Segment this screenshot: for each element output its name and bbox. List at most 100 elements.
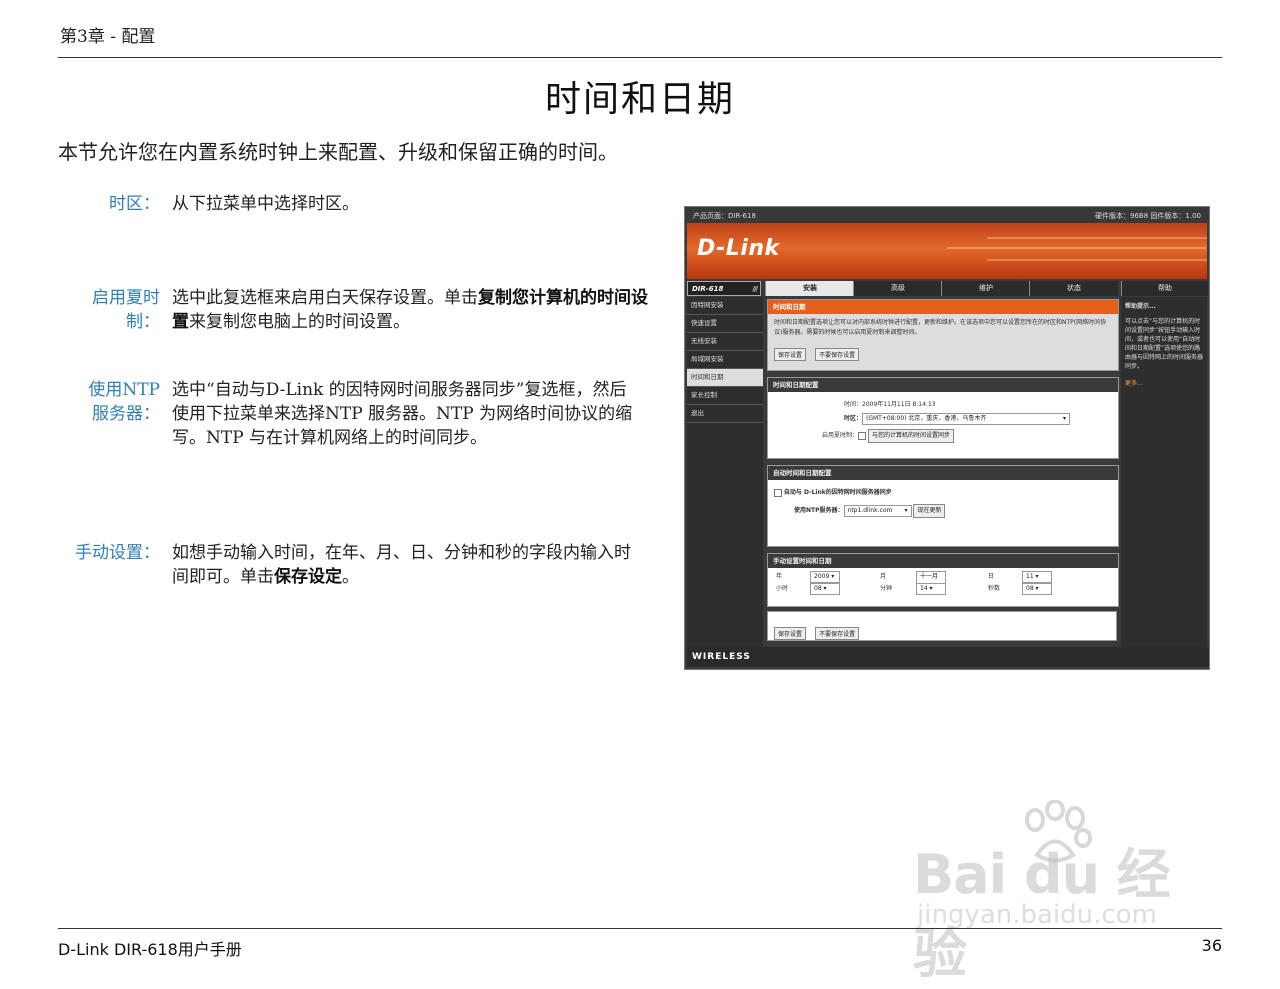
model-slashes: /// <box>752 285 758 293</box>
tab-advanced[interactable]: 高级 <box>853 281 942 296</box>
manual-panel: 手动设置时间和日期 年 2009 ▾ 月 十一月 ▾ 日 11 ▾ 小时 08 … <box>767 553 1119 607</box>
second-label: 秒数 <box>988 585 1001 592</box>
baidu-watermark: Bai du 经验 jingyan.baidu.com <box>905 800 1215 985</box>
footer-manual-title: D-Link DIR-618用户手册 <box>58 940 242 959</box>
router-main: 时间和日期 时间和日期配置选项让您可以对内部系统时钟进行配置，更新和维护。在该选… <box>765 297 1119 647</box>
time-config-panel: 时间和日期配置 时间：2009年11月11日 8:14:13 时区： (GMT+0… <box>767 377 1119 459</box>
auto-sync-checkbox[interactable] <box>774 488 782 497</box>
tab-status[interactable]: 状态 <box>1029 281 1118 296</box>
help-sidebar: 帮助提示... 可以点击“与您的计算机的时间设置同步”按钮手动输入时间，或者也可… <box>1121 297 1207 647</box>
dont-save-button[interactable]: 不要保存设置 <box>815 348 860 361</box>
banner-streak <box>987 259 1207 261</box>
tab-help[interactable]: 帮助 <box>1121 281 1208 296</box>
product-page-label: 产品页面：DIR-618 <box>693 212 756 220</box>
watermark-url: jingyan.baidu.com <box>917 900 1157 930</box>
hw-fw-label: 硬件版本：96B8 固件版本：1.00 <box>1095 212 1201 220</box>
ntp-server-label: 使用NTP服务器： <box>794 507 844 514</box>
nav-wireless-setup[interactable]: 无线安装 <box>687 333 763 351</box>
year-select[interactable]: 2009 ▾ <box>810 571 840 583</box>
day-value: 11 <box>1026 573 1034 580</box>
help-more-link[interactable]: 更多... <box>1125 379 1203 388</box>
term-ntp-line1: 使用NTP <box>88 380 160 400</box>
desc-manual-b: 保存设定 <box>274 567 342 587</box>
auto-sync-label: 自动与 D-Link的因特网时间服务器同步 <box>783 489 892 496</box>
update-now-button[interactable]: 现在更新 <box>913 504 946 518</box>
hour-value: 08 <box>814 585 822 592</box>
ntp-panel-title: 自动时间和日期配置 <box>768 466 1118 480</box>
intro-text: 本节允许您在内置系统时钟上来配置、升级和保留正确的时间。 <box>58 140 618 164</box>
desc-dst-a: 选中此复选框来启用白天保存设置。单击 <box>172 288 478 308</box>
bottom-dont-save-button[interactable]: 不要保存设置 <box>815 627 860 640</box>
page-title: 时间和日期 <box>544 79 735 120</box>
tab-maintenance[interactable]: 维护 <box>941 281 1030 296</box>
minute-value: 14 <box>920 585 928 592</box>
hour-label: 小时 <box>776 585 789 592</box>
ntp-panel: 自动时间和日期配置 自动与 D-Link的因特网时间服务器同步 使用NTP服务器… <box>767 465 1119 547</box>
timezone-label: 时区： <box>844 415 863 422</box>
second-value: 08 <box>1026 585 1034 592</box>
copy-computer-time-button[interactable]: 与您的计算机的时间设置同步 <box>867 429 954 443</box>
save-settings-button[interactable]: 保存设置 <box>774 348 807 361</box>
year-value: 2009 <box>814 573 830 580</box>
hour-select[interactable]: 08 ▾ <box>810 583 840 595</box>
minute-label: 分钟 <box>880 585 893 592</box>
dlink-logo: D-Link <box>697 236 780 261</box>
header-rule <box>58 57 1222 58</box>
nav-time-date[interactable]: 时间和日期 <box>687 369 763 387</box>
intro-panel: 时间和日期 时间和日期配置选项让您可以对内部系统时钟进行配置，更新和维护。在该选… <box>767 299 1119 371</box>
month-value: 十一月 <box>920 573 939 580</box>
minute-select[interactable]: 14 ▾ <box>916 583 946 595</box>
dst-checkbox[interactable] <box>858 431 867 440</box>
desc-timezone: 从下拉菜单中选择时区。 <box>172 194 359 214</box>
desc-manual-c: 。 <box>342 567 359 587</box>
intro-panel-title: 时间和日期 <box>768 300 1118 314</box>
help-title: 帮助提示... <box>1125 303 1156 310</box>
desc-dst-c: 来复制您电脑上的时间设置。 <box>189 312 410 332</box>
chevron-down-icon: ▾ <box>1063 415 1067 422</box>
tab-setup[interactable]: 安装 <box>765 281 854 296</box>
nav-internet-setup[interactable]: 因特网安装 <box>687 297 763 315</box>
chapter-header: 第3章 - 配置 <box>60 27 156 47</box>
bottom-save-button[interactable]: 保存设置 <box>774 627 807 640</box>
time-value: 2009年11月11日 8:14:13 <box>862 401 936 408</box>
term-ntp-line2: 服务器： <box>92 404 160 424</box>
term-dst: 启用夏时 制： <box>60 286 160 334</box>
router-screenshot: 产品页面：DIR-618 硬件版本：96B8 固件版本：1.00 D-Link … <box>684 206 1210 670</box>
time-label: 时间： <box>844 401 863 408</box>
term-dst-line1: 启用夏时 <box>92 288 160 308</box>
footer-rule <box>58 928 1222 929</box>
nav-logout[interactable]: 退出 <box>687 405 763 423</box>
term-timezone: 时区： <box>109 194 160 214</box>
wireless-bar: WIRELESS <box>687 647 1209 667</box>
ntp-server-select[interactable]: ntp1.dlink.com ▾ <box>843 505 912 517</box>
timezone-value: (GMT+08:00) 北京，重庆，香港，乌鲁木齐 <box>866 415 987 422</box>
desc-dst: 选中此复选框来启用白天保存设置。单击复制您计算机的时间设置来复制您电脑上的时间设… <box>172 286 662 334</box>
model-badge: DIR-618 /// <box>687 281 761 296</box>
month-label: 月 <box>880 573 887 580</box>
term-dst-line2: 制： <box>126 312 160 332</box>
banner-streak <box>987 237 1207 239</box>
nav-parental-control[interactable]: 家长控制 <box>687 387 763 405</box>
router-tabs: DIR-618 /// 安装 高级 维护 状态 帮助 <box>687 281 1208 296</box>
help-text: 可以点击“与您的计算机的时间设置同步”按钮手动输入时间，或者也可以使用“自动时间… <box>1125 318 1204 370</box>
day-select[interactable]: 11 ▾ <box>1022 571 1052 583</box>
dst-label: 启用夏时制： <box>822 432 859 439</box>
timezone-select[interactable]: (GMT+08:00) 北京，重庆，香港，乌鲁木齐 ▾ <box>862 413 1071 425</box>
nav-lan-setup[interactable]: 局域网安装 <box>687 351 763 369</box>
manual-panel-title: 手动设置时间和日期 <box>768 554 1118 568</box>
page-number: 36 <box>1201 936 1222 955</box>
term-manual: 手动设置： <box>75 543 160 563</box>
year-label: 年 <box>776 573 783 580</box>
model-name: DIR-618 <box>692 285 724 293</box>
ntp-server-value: ntp1.dlink.com <box>847 507 893 514</box>
day-label: 日 <box>988 573 995 580</box>
term-ntp: 使用NTP 服务器： <box>60 378 160 426</box>
bottom-button-bar: 保存设置 不要保存设置 <box>767 611 1117 641</box>
nav-quick-setup[interactable]: 快速设置 <box>687 315 763 333</box>
second-select[interactable]: 08 ▾ <box>1022 583 1052 595</box>
dlink-banner: D-Link <box>687 223 1207 279</box>
intro-panel-text: 时间和日期配置选项让您可以对内部系统时钟进行配置，更新和维护。在该选项中您可以设… <box>774 319 1107 336</box>
desc-manual: 如想手动输入时间，在年、月、日、分钟和秒的字段内输入时间即可。单击保存设定。 <box>172 541 642 589</box>
router-topbar: 产品页面：DIR-618 硬件版本：96B8 固件版本：1.00 <box>685 207 1209 223</box>
router-left-nav: 因特网安装 快速设置 无线安装 局域网安装 时间和日期 家长控制 退出 <box>687 297 763 647</box>
